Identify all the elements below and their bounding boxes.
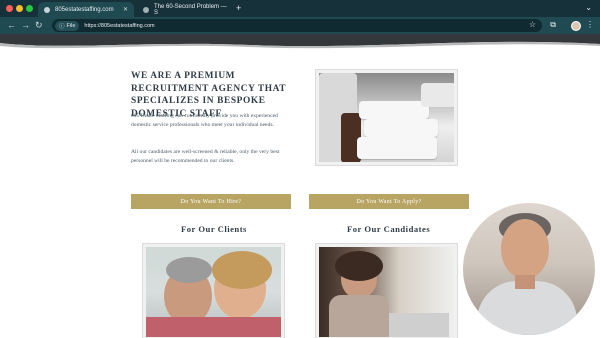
tab-close-icon[interactable]: ✕	[123, 6, 128, 13]
browser-toolbar: ← → ↻ ⓘ File https://805estatestaffing.c…	[0, 17, 600, 34]
presenter-webcam-overlay	[463, 203, 595, 335]
bookmark-star-icon[interactable]: ☆	[529, 20, 536, 29]
address-bar[interactable]: ⓘ File https://805estatestaffing.com	[52, 19, 542, 32]
intro-paragraph: 805 Estate Staffing can confidently prov…	[131, 113, 278, 128]
forward-arrow-icon[interactable]: →	[21, 20, 30, 30]
towels-image	[315, 69, 458, 166]
tab-title: 805estatestaffing.com	[55, 6, 114, 13]
woman-laptop-image	[315, 243, 458, 338]
maximize-window-icon[interactable]	[26, 5, 33, 12]
extensions-icon[interactable]: ⧉	[550, 20, 556, 30]
tab-805estatestaffing[interactable]: 805estatestaffing.com ✕	[38, 2, 134, 17]
hire-button[interactable]: Do You Want To Hire?	[131, 194, 291, 209]
site-favicon-icon	[44, 6, 50, 13]
back-arrow-icon[interactable]: ←	[7, 20, 16, 30]
chevron-down-icon[interactable]: ⌄	[585, 3, 592, 12]
minimize-window-icon[interactable]	[16, 5, 23, 12]
more-menu-icon[interactable]: ⋮	[586, 20, 594, 29]
candidates-paragraph: All our candidates are well-screened & r…	[131, 149, 280, 164]
url-text: https://805estatestaffing.com	[84, 22, 155, 29]
tab-60-second-problem[interactable]: The 60-Second Problem — S	[137, 2, 233, 17]
apply-button[interactable]: Do You Want To Apply?	[309, 194, 469, 209]
new-tab-button[interactable]: +	[236, 3, 241, 13]
reload-icon[interactable]: ↻	[35, 20, 43, 31]
close-window-icon[interactable]	[6, 5, 13, 12]
info-icon: ⓘ	[59, 23, 65, 30]
couple-image	[142, 243, 285, 338]
globe-icon	[143, 6, 149, 13]
browser-tab-bar: 805estatestaffing.com ✕ The 60-Second Pr…	[0, 0, 600, 17]
header-wave-divider	[0, 34, 600, 49]
section-title-clients: For Our Clients	[181, 224, 247, 234]
tab-title: The 60-Second Problem — S	[154, 3, 227, 16]
file-chip[interactable]: ⓘ File	[55, 20, 80, 31]
section-title-candidates: For Our Candidates	[347, 224, 431, 234]
profile-avatar[interactable]	[571, 21, 581, 31]
